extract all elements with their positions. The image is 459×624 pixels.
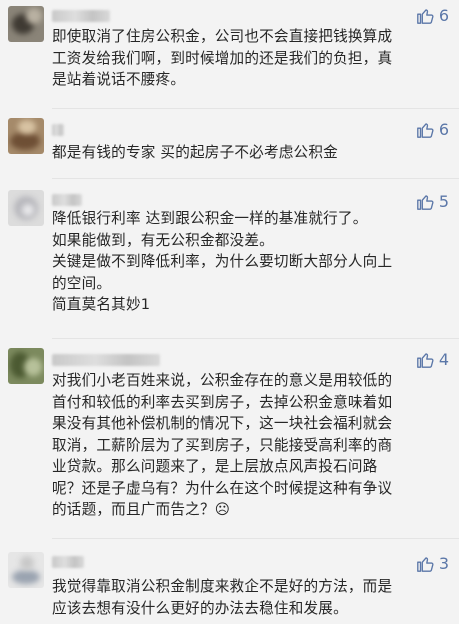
comment-line: 首付和较低的利率去买到房子，去掉公积金意味着如 <box>52 393 393 411</box>
avatar[interactable] <box>8 118 44 154</box>
comment-line: 的话题，而且广而告之？☹ <box>52 501 231 518</box>
comment-line: 业贷款。那么问题来了，是上层放点风声投石问路 <box>52 458 378 475</box>
nickname-blurred <box>52 10 110 22</box>
thumbs-up-icon <box>416 556 434 572</box>
like-button[interactable]: 6 <box>416 6 449 25</box>
comment-item: 4 对我们小老百姓来说，公积金存在的意义是用较低的 首付和较低的利率去买到房子，… <box>0 342 459 542</box>
separator <box>52 538 459 539</box>
comment-line: 取消，工薪阶层为了买到房子，只能接受高利率的商 <box>52 436 393 454</box>
like-count: 3 <box>438 554 449 573</box>
comment-line: 是站着说话不腰疼。 <box>52 71 186 88</box>
like-count: 5 <box>438 192 449 211</box>
comment-line: 都是有钱的专家 买的起房子不必考虑公积金 <box>52 144 338 161</box>
comment-item: 6 都是有钱的专家 买的起房子不必考虑公积金 <box>0 112 459 182</box>
comment-line: 如果能做到，有无公积金都没差。 <box>52 231 274 249</box>
comment-line: 果没有其他补偿机制的情况下，这一块社会福利就会 <box>52 415 393 432</box>
like-button[interactable]: 4 <box>416 350 449 369</box>
comment-item: 5 降低银行利率 达到跟公积金一样的基准就行了。 如果能做到，有无公积金都没差。… <box>0 182 459 342</box>
thumbs-up-icon <box>416 8 434 24</box>
comment-text: 都是有钱的专家 买的起房子不必考虑公积金 <box>52 142 439 164</box>
separator <box>52 178 459 179</box>
comment-text: 降低银行利率 达到跟公积金一样的基准就行了。 如果能做到，有无公积金都没差。 关… <box>52 208 439 316</box>
separator <box>52 108 459 109</box>
comment-item: 6 即使取消了住房公积金，公司也不会直接把钱换算成 工资发给我们啊，到时候增加的… <box>0 0 459 112</box>
like-count: 4 <box>438 350 449 369</box>
comment-line: 即使取消了住房公积金，公司也不会直接把钱换算成 <box>52 28 393 45</box>
like-count: 6 <box>438 6 449 25</box>
avatar[interactable] <box>8 348 44 384</box>
like-count: 6 <box>438 120 449 139</box>
comment-list: 6 即使取消了住房公积金，公司也不会直接把钱换算成 工资发给我们啊，到时候增加的… <box>0 0 459 624</box>
comment-line: 关键是做不到降低利率，为什么要切断大部分人向上 <box>52 253 393 270</box>
separator <box>52 338 459 339</box>
nickname-blurred <box>52 124 64 136</box>
comment-text: 对我们小老百姓来说，公积金存在的意义是用较低的 首付和较低的利率去买到房子，去掉… <box>52 370 439 521</box>
comment-text: 即使取消了住房公积金，公司也不会直接把钱换算成 工资发给我们啊，到时候增加的还是… <box>52 26 439 91</box>
nickname-blurred <box>52 354 160 366</box>
thumbs-up-icon <box>416 352 434 368</box>
comment-line: 简直莫名其妙1 <box>52 296 151 313</box>
comment-line: 应该去想有没什么更好的办法去稳住和发展。 <box>52 599 348 617</box>
comment-text: 我觉得靠取消公积金制度来救企不是好的方法，而是 应该去想有没什么更好的办法去稳住… <box>52 576 439 619</box>
like-button[interactable]: 6 <box>416 120 449 139</box>
comment-line: 我觉得靠取消公积金制度来救企不是好的方法，而是 <box>52 578 393 595</box>
avatar[interactable] <box>8 6 44 42</box>
avatar[interactable] <box>8 190 44 226</box>
comment-item: 3 我觉得靠取消公积金制度来救企不是好的方法，而是 应该去想有没什么更好的办法去… <box>0 542 459 624</box>
avatar[interactable] <box>8 552 44 588</box>
comment-line: 工资发给我们啊，到时候增加的还是我们的负担，真 <box>52 49 393 67</box>
like-button[interactable]: 3 <box>416 554 449 573</box>
comment-line: 的空间。 <box>52 274 112 292</box>
thumbs-up-icon <box>416 122 434 138</box>
comment-line: 对我们小老百姓来说，公积金存在的意义是用较低的 <box>52 372 393 389</box>
comment-line: 降低银行利率 达到跟公积金一样的基准就行了。 <box>52 210 368 227</box>
comment-line: 呢？还是子虚乌有？为什么在这个时候提这种有争议 <box>52 479 393 497</box>
nickname-blurred <box>52 194 82 206</box>
nickname-blurred <box>52 556 84 568</box>
